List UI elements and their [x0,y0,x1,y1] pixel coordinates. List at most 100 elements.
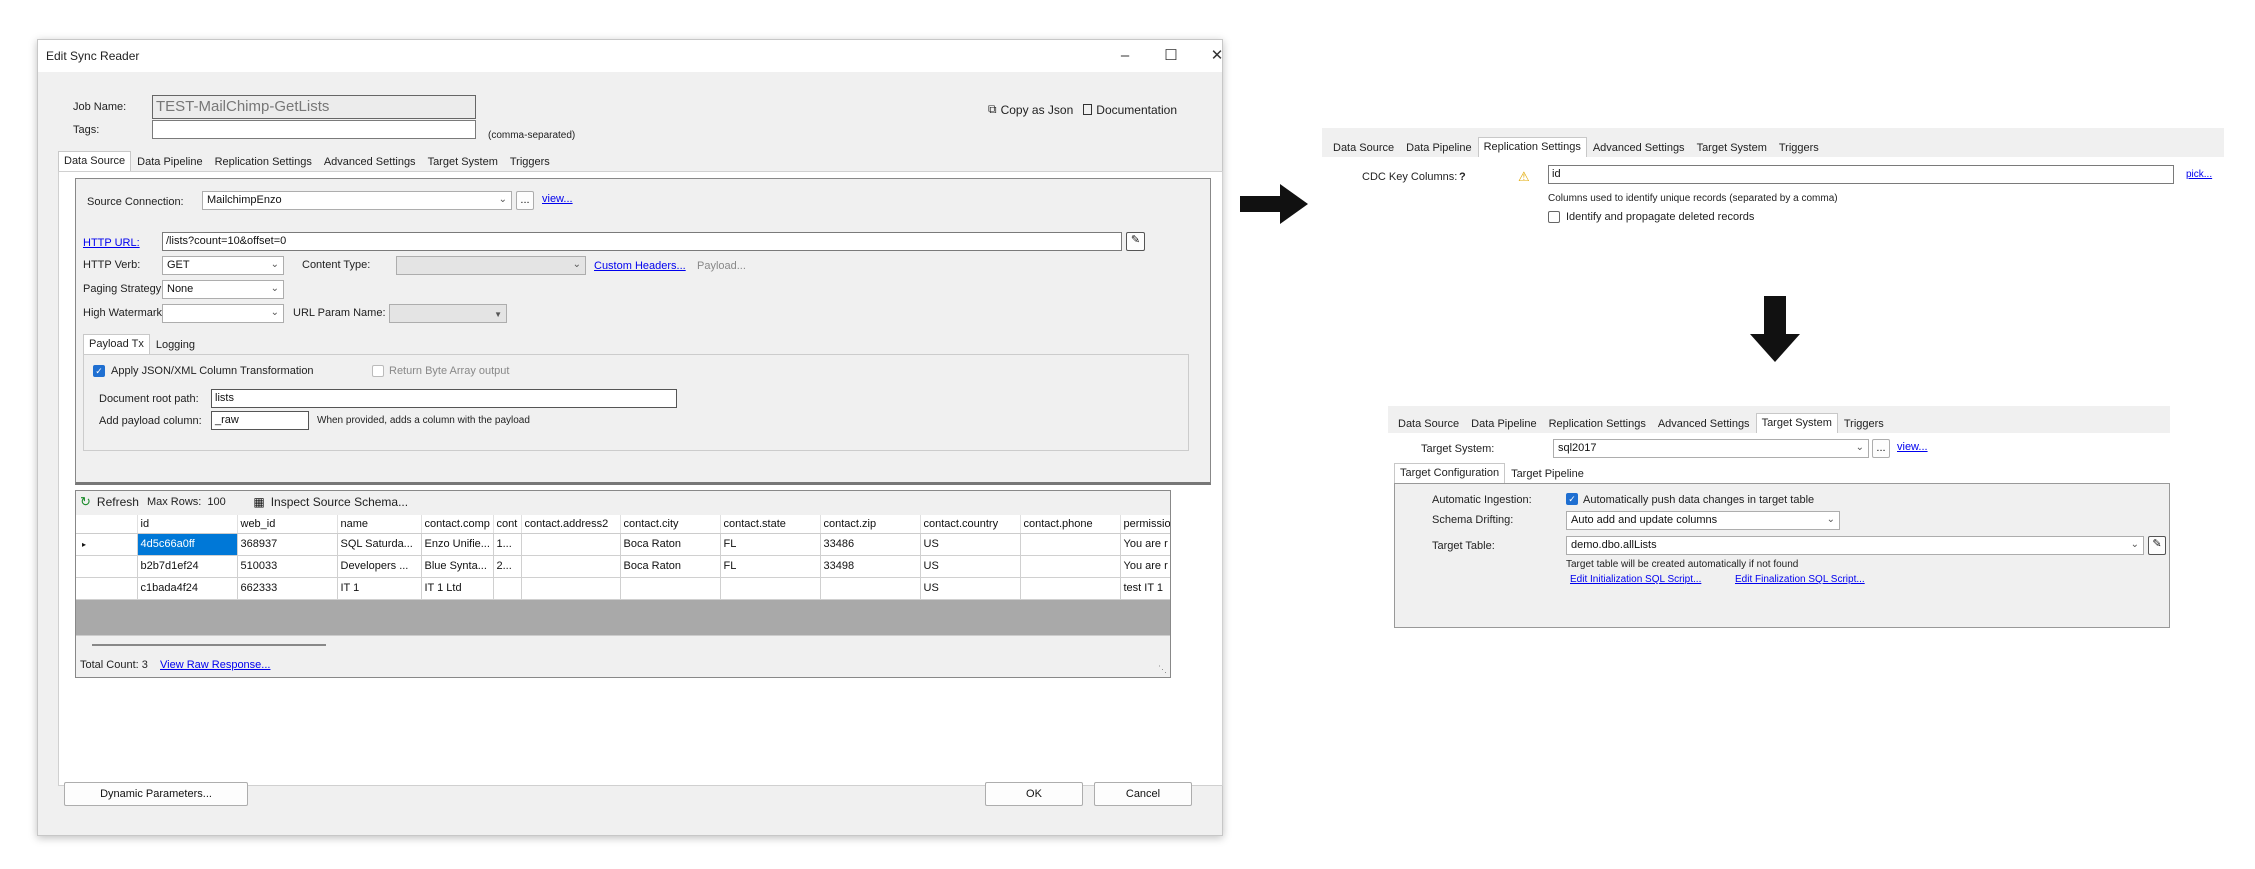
edit-finalization-sql-link[interactable]: Edit Finalization SQL Script... [1735,574,1865,585]
tab-replication-settings[interactable]: Replication Settings [1543,414,1652,434]
tab-data-source[interactable]: Data Source [1327,138,1400,158]
grid-cell[interactable]: 662333 [237,577,338,600]
horizontal-scrollbar[interactable] [76,635,1170,653]
custom-headers-link[interactable]: Custom Headers... [594,260,686,272]
paging-strategy-select[interactable]: None ⌄ [162,280,284,299]
grid-cell[interactable]: 33498 [820,555,921,578]
grid-cell[interactable] [620,577,721,600]
grid-cell[interactable]: c1bada4f24 [137,577,238,600]
grid-cell[interactable]: SQL Saturda... [337,533,422,556]
grid-column-header[interactable]: contact.phone [1020,515,1121,534]
grid-column-header[interactable]: contact.city [620,515,721,534]
url-param-name-select[interactable]: ▼ [389,304,507,323]
target-system-browse-button[interactable]: ... [1872,439,1890,458]
tab-payload-tx[interactable]: Payload Tx [83,334,150,354]
target-system-view-link[interactable]: view... [1897,441,1928,453]
grid-cell[interactable]: US [920,577,1021,600]
close-icon[interactable]: ✕ [1194,44,1240,68]
grid-cell[interactable]: FL [720,533,821,556]
table-builder-icon[interactable]: ✎ [2148,536,2166,555]
resize-grip-icon[interactable]: ⋱ [1158,664,1167,675]
tab-target-system[interactable]: Target System [422,152,504,172]
job-name-input[interactable]: TEST-MailChimp-GetLists [152,95,476,119]
grid-cell[interactable]: IT 1 Ltd [421,577,494,600]
grid-cell[interactable]: IT 1 [337,577,422,600]
tab-data-source[interactable]: Data Source [58,151,132,171]
grid-cell[interactable]: Boca Raton [620,555,721,578]
http-url-input[interactable]: /lists?count=10&offset=0 [162,232,1122,251]
high-watermark-select[interactable]: ⌄ [162,304,284,323]
grid-column-header[interactable]: name [337,515,422,534]
grid-cell[interactable] [1020,555,1121,578]
cancel-button[interactable]: Cancel [1094,782,1192,806]
table-row[interactable]: b2b7d1ef24 510033 Developers ... Blue Sy… [76,555,1170,578]
target-system-select[interactable]: sql2017 ⌄ [1553,439,1869,458]
grid-column-header[interactable]: permissio [1120,515,1170,534]
table-row[interactable]: ▸ 4d5c66a0ff 368937 SQL Saturda... Enzo … [76,533,1170,556]
results-grid[interactable]: id web_id name contact.comp cont contact… [76,515,1170,600]
grid-column-header[interactable]: contact.zip [820,515,921,534]
grid-column-header[interactable]: cont [493,515,522,534]
minimize-icon[interactable]: – [1102,44,1148,68]
grid-cell[interactable]: 510033 [237,555,338,578]
grid-cell[interactable]: You are r [1120,555,1170,578]
grid-column-header[interactable]: id [137,515,238,534]
payload-link[interactable]: Payload... [697,260,746,272]
grid-column-header[interactable]: contact.comp [421,515,494,534]
grid-column-header[interactable]: contact.address2 [521,515,621,534]
grid-cell[interactable]: Developers ... [337,555,422,578]
table-row[interactable]: c1bada4f24 662333 IT 1 IT 1 Ltd US test [76,577,1170,600]
source-connection-browse-button[interactable]: ... [516,191,534,210]
help-icon[interactable]: ? [1459,171,1466,183]
url-builder-icon[interactable]: ✎ [1126,232,1145,251]
return-byte-array-checkbox[interactable] [372,365,384,377]
tab-data-pipeline[interactable]: Data Pipeline [131,152,208,172]
maximize-icon[interactable]: ☐ [1148,44,1194,68]
ok-button[interactable]: OK [985,782,1083,806]
content-type-select[interactable]: ⌄ [396,256,586,275]
grid-cell[interactable]: 4d5c66a0ff [137,533,238,556]
dynamic-parameters-button[interactable]: Dynamic Parameters... [64,782,248,806]
view-raw-response-link[interactable]: View Raw Response... [160,659,270,671]
grid-cell[interactable] [521,577,621,600]
grid-cell[interactable] [1020,533,1121,556]
tab-data-source[interactable]: Data Source [1392,414,1465,434]
grid-cell[interactable]: US [920,555,1021,578]
tab-advanced-settings[interactable]: Advanced Settings [318,152,422,172]
grid-cell[interactable] [521,533,621,556]
scrollbar-thumb[interactable] [92,644,326,646]
tab-data-pipeline[interactable]: Data Pipeline [1465,414,1542,434]
apply-json-checkbox[interactable]: ✓ [93,365,105,377]
grid-cell[interactable]: Enzo Unifie... [421,533,494,556]
grid-cell[interactable]: 368937 [237,533,338,556]
schema-drifting-select[interactable]: Auto add and update columns ⌄ [1566,511,1840,530]
tab-triggers[interactable]: Triggers [1838,414,1890,434]
grid-cell[interactable]: Boca Raton [620,533,721,556]
grid-cell[interactable]: Blue Synta... [421,555,494,578]
grid-cell[interactable]: FL [720,555,821,578]
tab-advanced-settings[interactable]: Advanced Settings [1652,414,1756,434]
inspect-schema-button[interactable]: Inspect Source Schema... [271,495,408,509]
grid-cell[interactable]: 2... [493,555,522,578]
document-root-input[interactable]: lists [211,389,677,408]
tab-triggers[interactable]: Triggers [1773,138,1825,158]
grid-cell[interactable] [493,577,522,600]
tags-input[interactable] [152,120,476,139]
tab-target-system[interactable]: Target System [1691,138,1773,158]
pick-link[interactable]: pick... [2186,169,2212,180]
tab-replication-settings[interactable]: Replication Settings [1477,137,1587,157]
tab-advanced-settings[interactable]: Advanced Settings [1587,138,1691,158]
grid-cell[interactable] [1020,577,1121,600]
grid-column-header[interactable] [76,515,138,534]
source-connection-view-link[interactable]: view... [542,193,573,205]
cdc-key-columns-input[interactable]: id [1548,165,2174,184]
tab-target-configuration[interactable]: Target Configuration [1394,463,1506,483]
grid-cell[interactable]: 33486 [820,533,921,556]
tab-triggers[interactable]: Triggers [504,152,556,172]
grid-cell[interactable] [720,577,821,600]
deleted-records-checkbox[interactable] [1548,211,1560,223]
http-url-link[interactable]: HTTP URL: [83,237,140,249]
grid-cell[interactable]: b2b7d1ef24 [137,555,238,578]
edit-initialization-sql-link[interactable]: Edit Initialization SQL Script... [1570,574,1701,585]
documentation-button[interactable]: Documentation [1083,103,1177,117]
